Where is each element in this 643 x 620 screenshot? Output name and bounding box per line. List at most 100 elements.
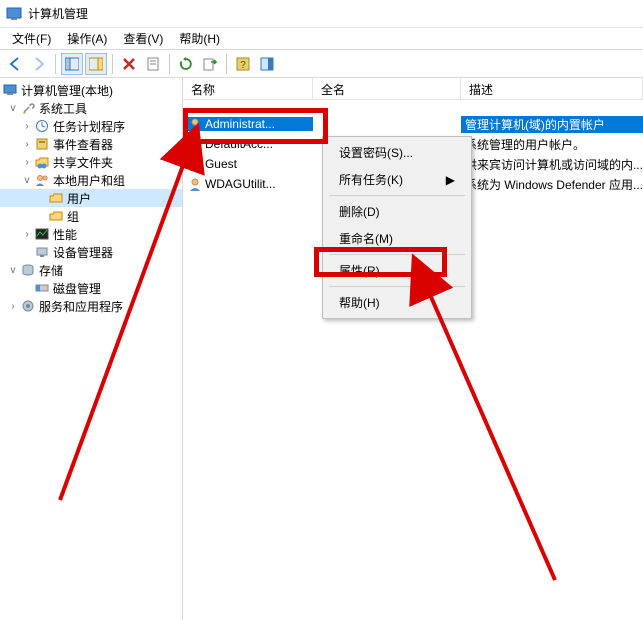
tree-device-manager-label: 设备管理器 [53,244,113,261]
event-viewer-icon [34,137,50,151]
tools-icon [20,101,36,115]
ctx-delete[interactable]: 删除(D) [325,198,469,225]
tree-services-apps[interactable]: › 服务和应用程序 [0,297,182,315]
show-action-pane-button[interactable] [256,53,278,75]
tree-shared-folders[interactable]: › 共享文件夹 [0,153,182,171]
tree-services-apps-label: 服务和应用程序 [39,298,123,315]
toolbar: ? [0,50,643,78]
expander-icon[interactable]: v [6,265,20,276]
export-button[interactable] [199,53,221,75]
ctx-delete-label: 删除(D) [339,203,380,220]
users-groups-icon [34,173,50,187]
ctx-all-tasks-label: 所有任务(K) [339,171,403,188]
back-button[interactable] [4,53,26,75]
user-name: DefaultAcc... [205,137,273,151]
toolbar-separator [55,54,56,74]
menu-action[interactable]: 操作(A) [59,28,115,49]
shared-folder-icon [34,155,50,169]
delete-button[interactable] [118,53,140,75]
app-icon [6,6,22,22]
user-disabled-icon [187,137,203,151]
column-header-name[interactable]: 名称 [183,78,313,99]
ctx-separator [329,195,465,196]
ctx-properties[interactable]: 属性(R) [325,257,469,284]
user-desc: 管理计算机(域)的内置帐户 [461,116,643,133]
tree-users-label: 用户 [67,190,91,207]
context-menu: 设置密码(S)... 所有任务(K) ▶ 删除(D) 重命名(M) 属性(R) 帮… [322,136,472,319]
disk-icon [34,281,50,295]
column-header-fullname[interactable]: 全名 [313,78,461,99]
menu-bar: 文件(F) 操作(A) 查看(V) 帮助(H) [0,28,643,50]
toolbar-separator [169,54,170,74]
tree-storage-label: 存储 [39,262,63,279]
expander-icon[interactable]: v [6,103,20,114]
forward-button[interactable] [28,53,50,75]
tree-disk-management[interactable]: 磁盘管理 [0,279,182,297]
properties-button[interactable] [142,53,164,75]
x-icon [122,57,136,71]
user-desc: 供来宾访问计算机或访问域的内... [461,156,643,173]
ctx-separator [329,286,465,287]
user-desc: 系统管理的用户帐户。 [461,136,643,153]
tree-performance-label: 性能 [53,226,77,243]
tree-root[interactable]: 计算机管理(本地) [0,81,182,99]
column-header-desc[interactable]: 描述 [461,78,643,99]
device-manager-icon [34,245,50,259]
expander-icon[interactable]: › [6,301,20,312]
toolbar-separator [112,54,113,74]
ctx-help[interactable]: 帮助(H) [325,289,469,316]
svg-text:?: ? [240,60,246,71]
tree-disk-management-label: 磁盘管理 [53,280,101,297]
help-icon: ? [236,57,250,71]
ctx-all-tasks[interactable]: 所有任务(K) ▶ [325,166,469,193]
folder-icon [48,209,64,223]
storage-icon [20,263,36,277]
expander-icon[interactable]: › [20,121,34,132]
tree-storage[interactable]: v 存储 [0,261,182,279]
tree-event-viewer[interactable]: › 事件查看器 [0,135,182,153]
user-name: Administrat... [205,117,275,131]
submenu-arrow-icon: ▶ [446,173,455,187]
arrow-left-icon [7,56,23,72]
user-icon [187,117,203,131]
refresh-icon [179,57,193,71]
tree-system-tools-label: 系统工具 [39,100,87,117]
expander-icon[interactable]: › [20,229,34,240]
ctx-properties-label: 属性(R) [339,262,380,279]
tree-task-scheduler[interactable]: › 任务计划程序 [0,117,182,135]
user-row-administrator[interactable]: Administrat... 管理计算机(域)的内置帐户 [183,114,643,134]
menu-view[interactable]: 查看(V) [115,28,171,49]
window-title: 计算机管理 [28,5,88,22]
ctx-set-password[interactable]: 设置密码(S)... [325,139,469,166]
titlebar: 计算机管理 [0,0,643,28]
tree-groups-label: 组 [67,208,79,225]
tree-task-scheduler-label: 任务计划程序 [53,118,125,135]
refresh-button[interactable] [175,53,197,75]
user-desc: 系统为 Windows Defender 应用... [461,176,643,193]
tree-panel: 计算机管理(本地) v 系统工具 › 任务计划程序 › 事件查看器 › 共享文件… [0,78,183,620]
show-hide-panel-button[interactable] [85,53,107,75]
services-icon [20,299,36,313]
help-button[interactable]: ? [232,53,254,75]
tree-users[interactable]: 用户 [0,189,182,207]
ctx-separator [329,254,465,255]
expander-icon[interactable]: › [20,139,34,150]
tree-performance[interactable]: › 性能 [0,225,182,243]
tree-device-manager[interactable]: 设备管理器 [0,243,182,261]
tree-event-viewer-label: 事件查看器 [53,136,113,153]
toolbar-separator [226,54,227,74]
menu-file[interactable]: 文件(F) [4,28,59,49]
folder-icon [48,191,64,205]
export-list-icon [203,57,217,71]
user-name: Guest [205,157,237,171]
tree-system-tools[interactable]: v 系统工具 [0,99,182,117]
ctx-rename[interactable]: 重命名(M) [325,225,469,252]
panel-icon [65,57,79,71]
expander-icon[interactable]: › [20,157,34,168]
menu-help[interactable]: 帮助(H) [171,28,228,49]
show-hide-tree-button[interactable] [61,53,83,75]
tree-groups[interactable]: 组 [0,207,182,225]
tree-local-users-groups[interactable]: v 本地用户和组 [0,171,182,189]
user-name: WDAGUtilit... [205,177,276,191]
expander-icon[interactable]: v [20,175,34,186]
